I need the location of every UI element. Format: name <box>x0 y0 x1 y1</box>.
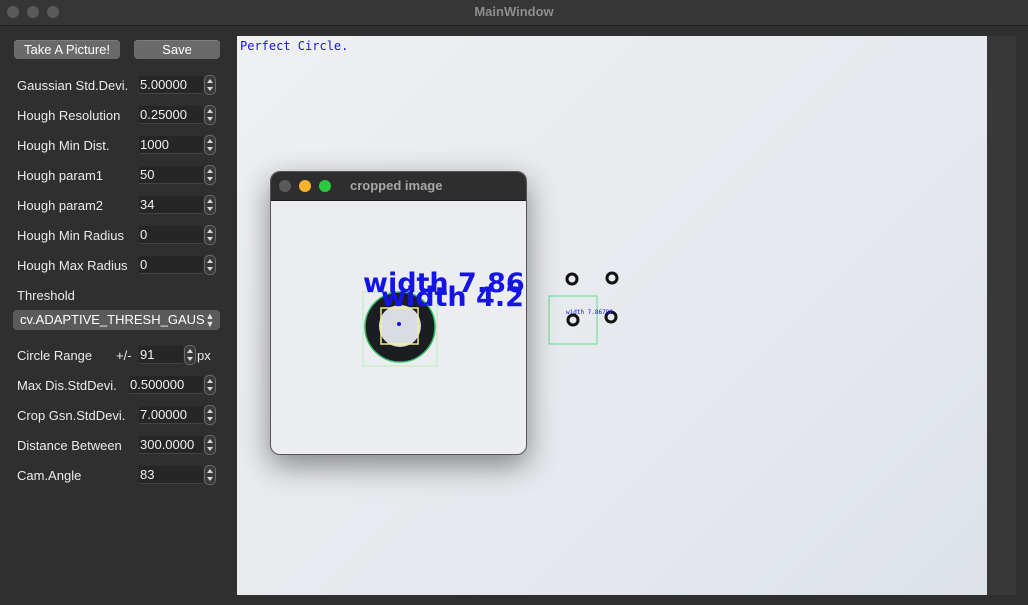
title-bar: MainWindow <box>0 0 1028 26</box>
cropped-image-window[interactable]: cropped image width 7.86 width 4.2 <box>270 171 527 455</box>
image-right-border <box>987 36 1016 595</box>
param-label-max-dis-stddev: Max Dis.StdDevi. <box>17 378 117 393</box>
param-label-hough-max-radius: Hough Max Radius <box>17 258 128 273</box>
target-circle-marker <box>566 313 580 327</box>
param-label-distance-between: Distance Between <box>17 438 122 453</box>
hough-resolution-field[interactable]: 0.25000 <box>139 106 203 124</box>
circle-range-prefix: +/- <box>116 348 132 363</box>
gaussian-stddev-stepper[interactable] <box>204 75 216 95</box>
gaussian-stddev-field[interactable]: 5.00000 <box>139 76 203 94</box>
main-window: MainWindow Take A Picture! Save Gaussian… <box>0 0 1028 605</box>
cropped-window-title: cropped image <box>350 178 443 193</box>
small-width-label: width 7.86786 <box>566 309 613 316</box>
circle-range-unit: px <box>197 348 211 363</box>
threshold-select[interactable]: cv.ADAPTIVE_THRESH_GAUS ▲ ▼ <box>13 310 220 330</box>
hough-max-radius-field[interactable]: 0 <box>139 256 203 274</box>
take-picture-button[interactable]: Take A Picture! <box>14 40 120 59</box>
cropped-image-view: width 7.86 width 4.2 <box>362 268 525 367</box>
param-label-hough-resolution: Hough Resolution <box>17 108 121 123</box>
cropped-window-titlebar[interactable]: cropped image <box>271 172 526 201</box>
target-circle-marker <box>565 272 579 286</box>
hough-max-radius-stepper[interactable] <box>204 255 216 275</box>
param-label-hough-min-radius: Hough Min Radius <box>17 228 124 243</box>
crop-gsn-stddev-field[interactable]: 7.00000 <box>139 406 203 424</box>
close-window-button[interactable] <box>279 180 291 192</box>
param-label-cam-angle: Cam.Angle <box>17 468 82 483</box>
hough-min-dist-field[interactable]: 1000 <box>139 136 203 154</box>
distance-between-field[interactable]: 300.0000 <box>139 436 203 454</box>
save-button[interactable]: Save <box>134 40 220 59</box>
cam-angle-field[interactable]: 83 <box>139 466 203 484</box>
max-dis-stddev-stepper[interactable] <box>204 375 216 395</box>
param-label-gaussian: Gaussian Std.Devi. <box>17 78 129 93</box>
threshold-label: Threshold <box>17 288 75 303</box>
window-title: MainWindow <box>474 4 554 19</box>
zoom-window-button[interactable] <box>319 180 331 192</box>
crop-gsn-stddev-stepper[interactable] <box>204 405 216 425</box>
target-circle-marker <box>605 271 619 285</box>
circle-range-stepper[interactable] <box>184 345 196 365</box>
param-label-hough-param2: Hough param2 <box>17 198 103 213</box>
detection-box <box>548 295 598 345</box>
center-point <box>397 322 401 326</box>
hough-param2-stepper[interactable] <box>204 195 216 215</box>
circle-range-field[interactable]: 91 <box>139 346 183 364</box>
max-dis-stddev-field[interactable]: 0.500000 <box>129 376 203 394</box>
threshold-selected-value: cv.ADAPTIVE_THRESH_GAUS <box>20 312 205 327</box>
distance-between-stepper[interactable] <box>204 435 216 455</box>
circle-range-label: Circle Range <box>17 348 93 363</box>
minimize-window-button[interactable] <box>299 180 311 192</box>
width-annotation-2: width 4.2 <box>381 282 524 313</box>
param-label-crop-gsn-stddev: Crop Gsn.StdDevi. <box>17 408 126 423</box>
hough-param1-field[interactable]: 50 <box>139 166 203 184</box>
hough-param1-stepper[interactable] <box>204 165 216 185</box>
cam-angle-stepper[interactable] <box>204 465 216 485</box>
hough-resolution-stepper[interactable] <box>204 105 216 125</box>
hough-min-dist-stepper[interactable] <box>204 135 216 155</box>
hough-param2-field[interactable]: 34 <box>139 196 203 214</box>
hough-min-radius-field[interactable]: 0 <box>139 226 203 244</box>
chevron-updown-icon: ▲ ▼ <box>205 311 215 329</box>
param-label-hough-min-dist: Hough Min Dist. <box>17 138 110 153</box>
param-label-hough-param1: Hough param1 <box>17 168 103 183</box>
hough-min-radius-stepper[interactable] <box>204 225 216 245</box>
